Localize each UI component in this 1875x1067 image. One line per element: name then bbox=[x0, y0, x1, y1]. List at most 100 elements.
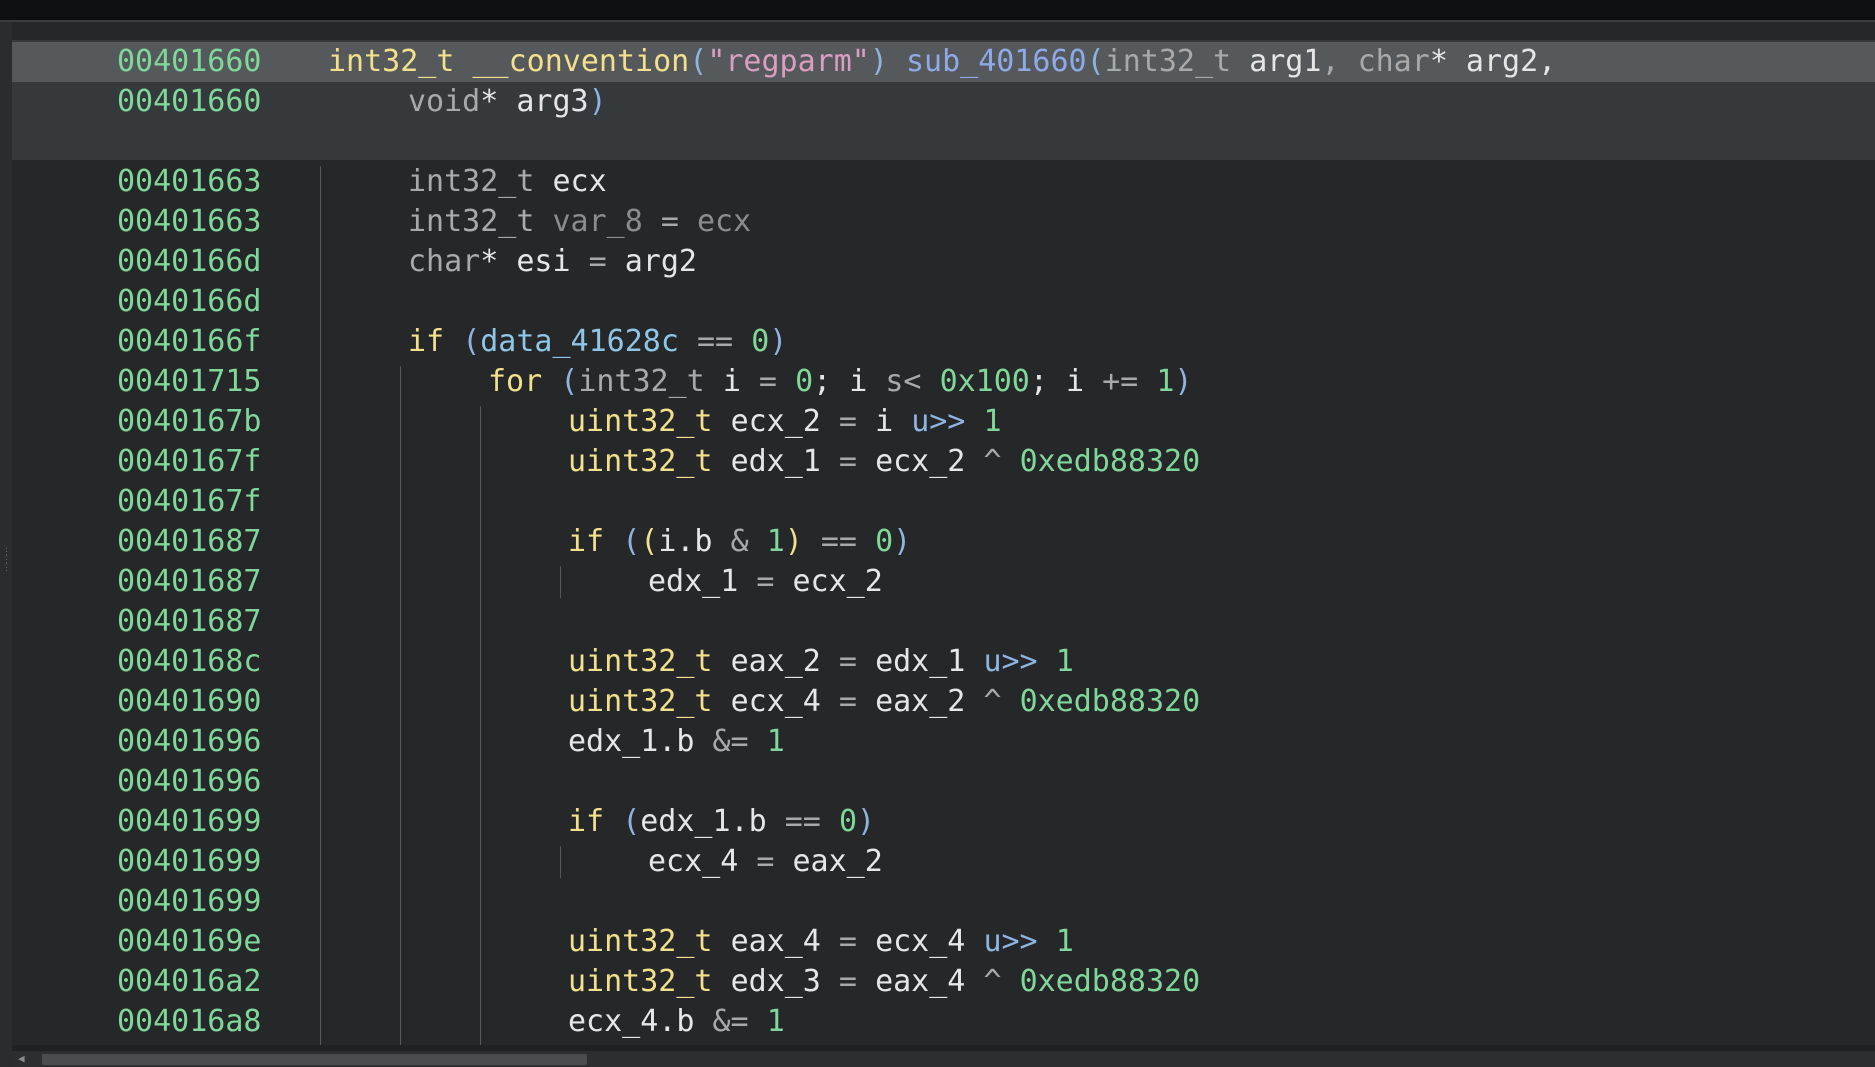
line-address[interactable]: 00401699 bbox=[117, 842, 262, 882]
code-line[interactable]: 00401687 bbox=[12, 602, 1875, 642]
code-token: ) bbox=[857, 804, 876, 839]
code-text[interactable]: edx_1.b &= 1 bbox=[568, 722, 785, 762]
code-line[interactable]: 00401663 int32_t ecx bbox=[12, 162, 1875, 202]
code-line[interactable]: 0040166f if (data_41628c == 0) bbox=[12, 322, 1875, 362]
line-address[interactable]: 0040166d bbox=[117, 242, 262, 282]
code-line[interactable]: 00401715 for (int32_t i = 0; i s< 0x100; … bbox=[12, 362, 1875, 402]
code-token: == bbox=[678, 324, 752, 359]
code-token: ; i bbox=[1029, 364, 1103, 399]
code-line[interactable]: 00401696 bbox=[12, 762, 1875, 802]
code-token: ecx_2 bbox=[730, 404, 821, 439]
code-token: ) bbox=[893, 524, 912, 559]
for-block-guide bbox=[480, 406, 481, 1045]
code-text[interactable]: void* arg3) bbox=[408, 82, 607, 122]
line-address[interactable]: 0040167f bbox=[117, 482, 262, 522]
code-line[interactable]: 00401699 ecx_4 = eax_2 bbox=[12, 842, 1875, 882]
code-token: edx_1.b bbox=[568, 724, 713, 759]
code-token: = bbox=[738, 844, 793, 879]
code-line[interactable]: 00401687 edx_1 = ecx_2 bbox=[12, 562, 1875, 602]
code-token: = bbox=[738, 564, 793, 599]
code-token: ecx_4 bbox=[648, 844, 739, 879]
line-address[interactable]: 00401699 bbox=[117, 802, 262, 842]
code-text[interactable]: uint32_t ecx_4 = eax_2 ^ 0xedb88320 bbox=[568, 682, 1200, 722]
code-line[interactable]: 0040167f bbox=[12, 482, 1875, 522]
code-line[interactable]: 004016a2 uint32_t edx_3 = eax_4 ^ 0xedb88… bbox=[12, 962, 1875, 1002]
line-address[interactable]: 00401660 bbox=[117, 42, 262, 82]
code-text[interactable]: uint32_t edx_3 = eax_4 ^ 0xedb88320 bbox=[568, 962, 1200, 1002]
code-line[interactable]: 0040169e uint32_t eax_4 = ecx_4 u>> 1 bbox=[12, 922, 1875, 962]
code-text[interactable]: ecx_4.b &= 1 bbox=[568, 1002, 785, 1042]
code-text[interactable]: if ((i.b & 1) == 0) bbox=[568, 522, 911, 562]
line-address[interactable]: 00401699 bbox=[117, 882, 262, 922]
code-line[interactable]: 00401687 if ((i.b & 1) == 0) bbox=[12, 522, 1875, 562]
code-token: 0 bbox=[751, 324, 770, 359]
code-token: = bbox=[820, 964, 876, 999]
code-text[interactable]: uint32_t edx_1 = ecx_2 ^ 0xedb88320 bbox=[568, 442, 1200, 482]
line-address[interactable]: 00401696 bbox=[117, 722, 262, 762]
code-line[interactable]: 00401696 edx_1.b &= 1 bbox=[12, 722, 1875, 762]
line-address[interactable]: 004016a8 bbox=[117, 1002, 262, 1042]
line-address[interactable]: 00401660 bbox=[117, 82, 262, 122]
if-inner-guide-1 bbox=[560, 566, 561, 598]
line-address[interactable]: 00401696 bbox=[117, 762, 262, 802]
code-line[interactable]: 0040167f uint32_t edx_1 = ecx_2 ^ 0xedb88… bbox=[12, 442, 1875, 482]
code-line[interactable]: 00401699 bbox=[12, 882, 1875, 922]
code-line[interactable]: 00401690 uint32_t ecx_4 = eax_2 ^ 0xedb88… bbox=[12, 682, 1875, 722]
code-text[interactable]: int32_t var_8 = ecx bbox=[408, 202, 751, 242]
left-pane-splitter[interactable]: ⋮ ⋮ ⋮ bbox=[0, 22, 12, 1067]
code-token: char bbox=[1357, 44, 1430, 79]
line-address[interactable]: 0040166d bbox=[117, 282, 262, 322]
code-token: ( bbox=[1086, 44, 1105, 79]
line-address[interactable]: 00401663 bbox=[117, 202, 262, 242]
code-token: if bbox=[408, 324, 463, 359]
code-text[interactable]: for (int32_t i = 0; i s< 0x100; i += 1) bbox=[488, 362, 1192, 402]
line-address[interactable]: 00401663 bbox=[117, 162, 262, 202]
code-token: eax_2 bbox=[792, 844, 883, 879]
code-text[interactable]: uint32_t ecx_2 = i u>> 1 bbox=[568, 402, 1002, 442]
blank-line[interactable] bbox=[12, 122, 1875, 162]
line-address[interactable]: 0040167b bbox=[117, 402, 262, 442]
code-line[interactable]: 00401660 int32_t __convention("regparm") … bbox=[12, 42, 1875, 82]
line-address[interactable]: 00401687 bbox=[117, 562, 262, 602]
code-line[interactable]: 00401663 int32_t var_8 = ecx bbox=[12, 202, 1875, 242]
line-address[interactable]: 0040168c bbox=[117, 642, 262, 682]
code-text[interactable]: uint32_t eax_4 = ecx_4 u>> 1 bbox=[568, 922, 1074, 962]
code-text[interactable]: char* esi = arg2 bbox=[408, 242, 697, 282]
code-token: 1 bbox=[766, 724, 785, 759]
code-token: s< bbox=[885, 364, 940, 399]
code-line[interactable]: 0040167b uint32_t ecx_2 = i u>> 1 bbox=[12, 402, 1875, 442]
code-text[interactable]: if (edx_1.b == 0) bbox=[568, 802, 875, 842]
code-token: uint32_t bbox=[568, 684, 731, 719]
code-token: & bbox=[730, 524, 767, 559]
code-text[interactable]: uint32_t eax_2 = edx_1 u>> 1 bbox=[568, 642, 1074, 682]
code-line[interactable]: 0040168c uint32_t eax_2 = edx_1 u>> 1 bbox=[12, 642, 1875, 682]
code-text[interactable]: int32_t ecx bbox=[408, 162, 607, 202]
line-address[interactable]: 004016a2 bbox=[117, 962, 262, 1002]
code-token: &= bbox=[712, 1004, 767, 1039]
line-address[interactable]: 0040169e bbox=[117, 922, 262, 962]
line-address[interactable]: 0040167f bbox=[117, 442, 262, 482]
code-line[interactable]: 00401660 void* arg3) bbox=[12, 82, 1875, 122]
code-token: eax_4 bbox=[730, 924, 821, 959]
horizontal-scrollbar[interactable]: ◀ bbox=[12, 1051, 1875, 1067]
code-text[interactable]: ecx_4 = eax_2 bbox=[648, 842, 883, 882]
code-text[interactable]: if (data_41628c == 0) bbox=[408, 322, 787, 362]
grip-icon[interactable]: ⋮ ⋮ ⋮ bbox=[2, 548, 11, 596]
code-line[interactable]: 0040166d bbox=[12, 282, 1875, 322]
code-text[interactable]: edx_1 = ecx_2 bbox=[648, 562, 883, 602]
decompiler-view[interactable]: 00401660 int32_t __convention("regparm") … bbox=[12, 22, 1875, 1045]
chevron-left-icon[interactable]: ◀ bbox=[18, 1052, 25, 1066]
scrollbar-thumb[interactable] bbox=[42, 1054, 587, 1065]
code-text[interactable]: int32_t __convention("regparm") sub_4016… bbox=[328, 42, 1556, 82]
line-address[interactable]: 0040166f bbox=[117, 322, 262, 362]
line-address[interactable]: 00401690 bbox=[117, 682, 262, 722]
code-line[interactable]: 00401699 if (edx_1.b == 0) bbox=[12, 802, 1875, 842]
code-line[interactable]: 004016a8 ecx_4.b &= 1 bbox=[12, 1002, 1875, 1042]
code-line[interactable]: 0040166d char* esi = arg2 bbox=[12, 242, 1875, 282]
line-address[interactable]: 00401687 bbox=[117, 602, 262, 642]
code-token: int32_t bbox=[578, 364, 723, 399]
code-token: ( bbox=[560, 364, 579, 399]
line-address[interactable]: 00401687 bbox=[117, 522, 262, 562]
line-address[interactable]: 00401715 bbox=[117, 362, 262, 402]
code-token: == bbox=[766, 804, 839, 839]
